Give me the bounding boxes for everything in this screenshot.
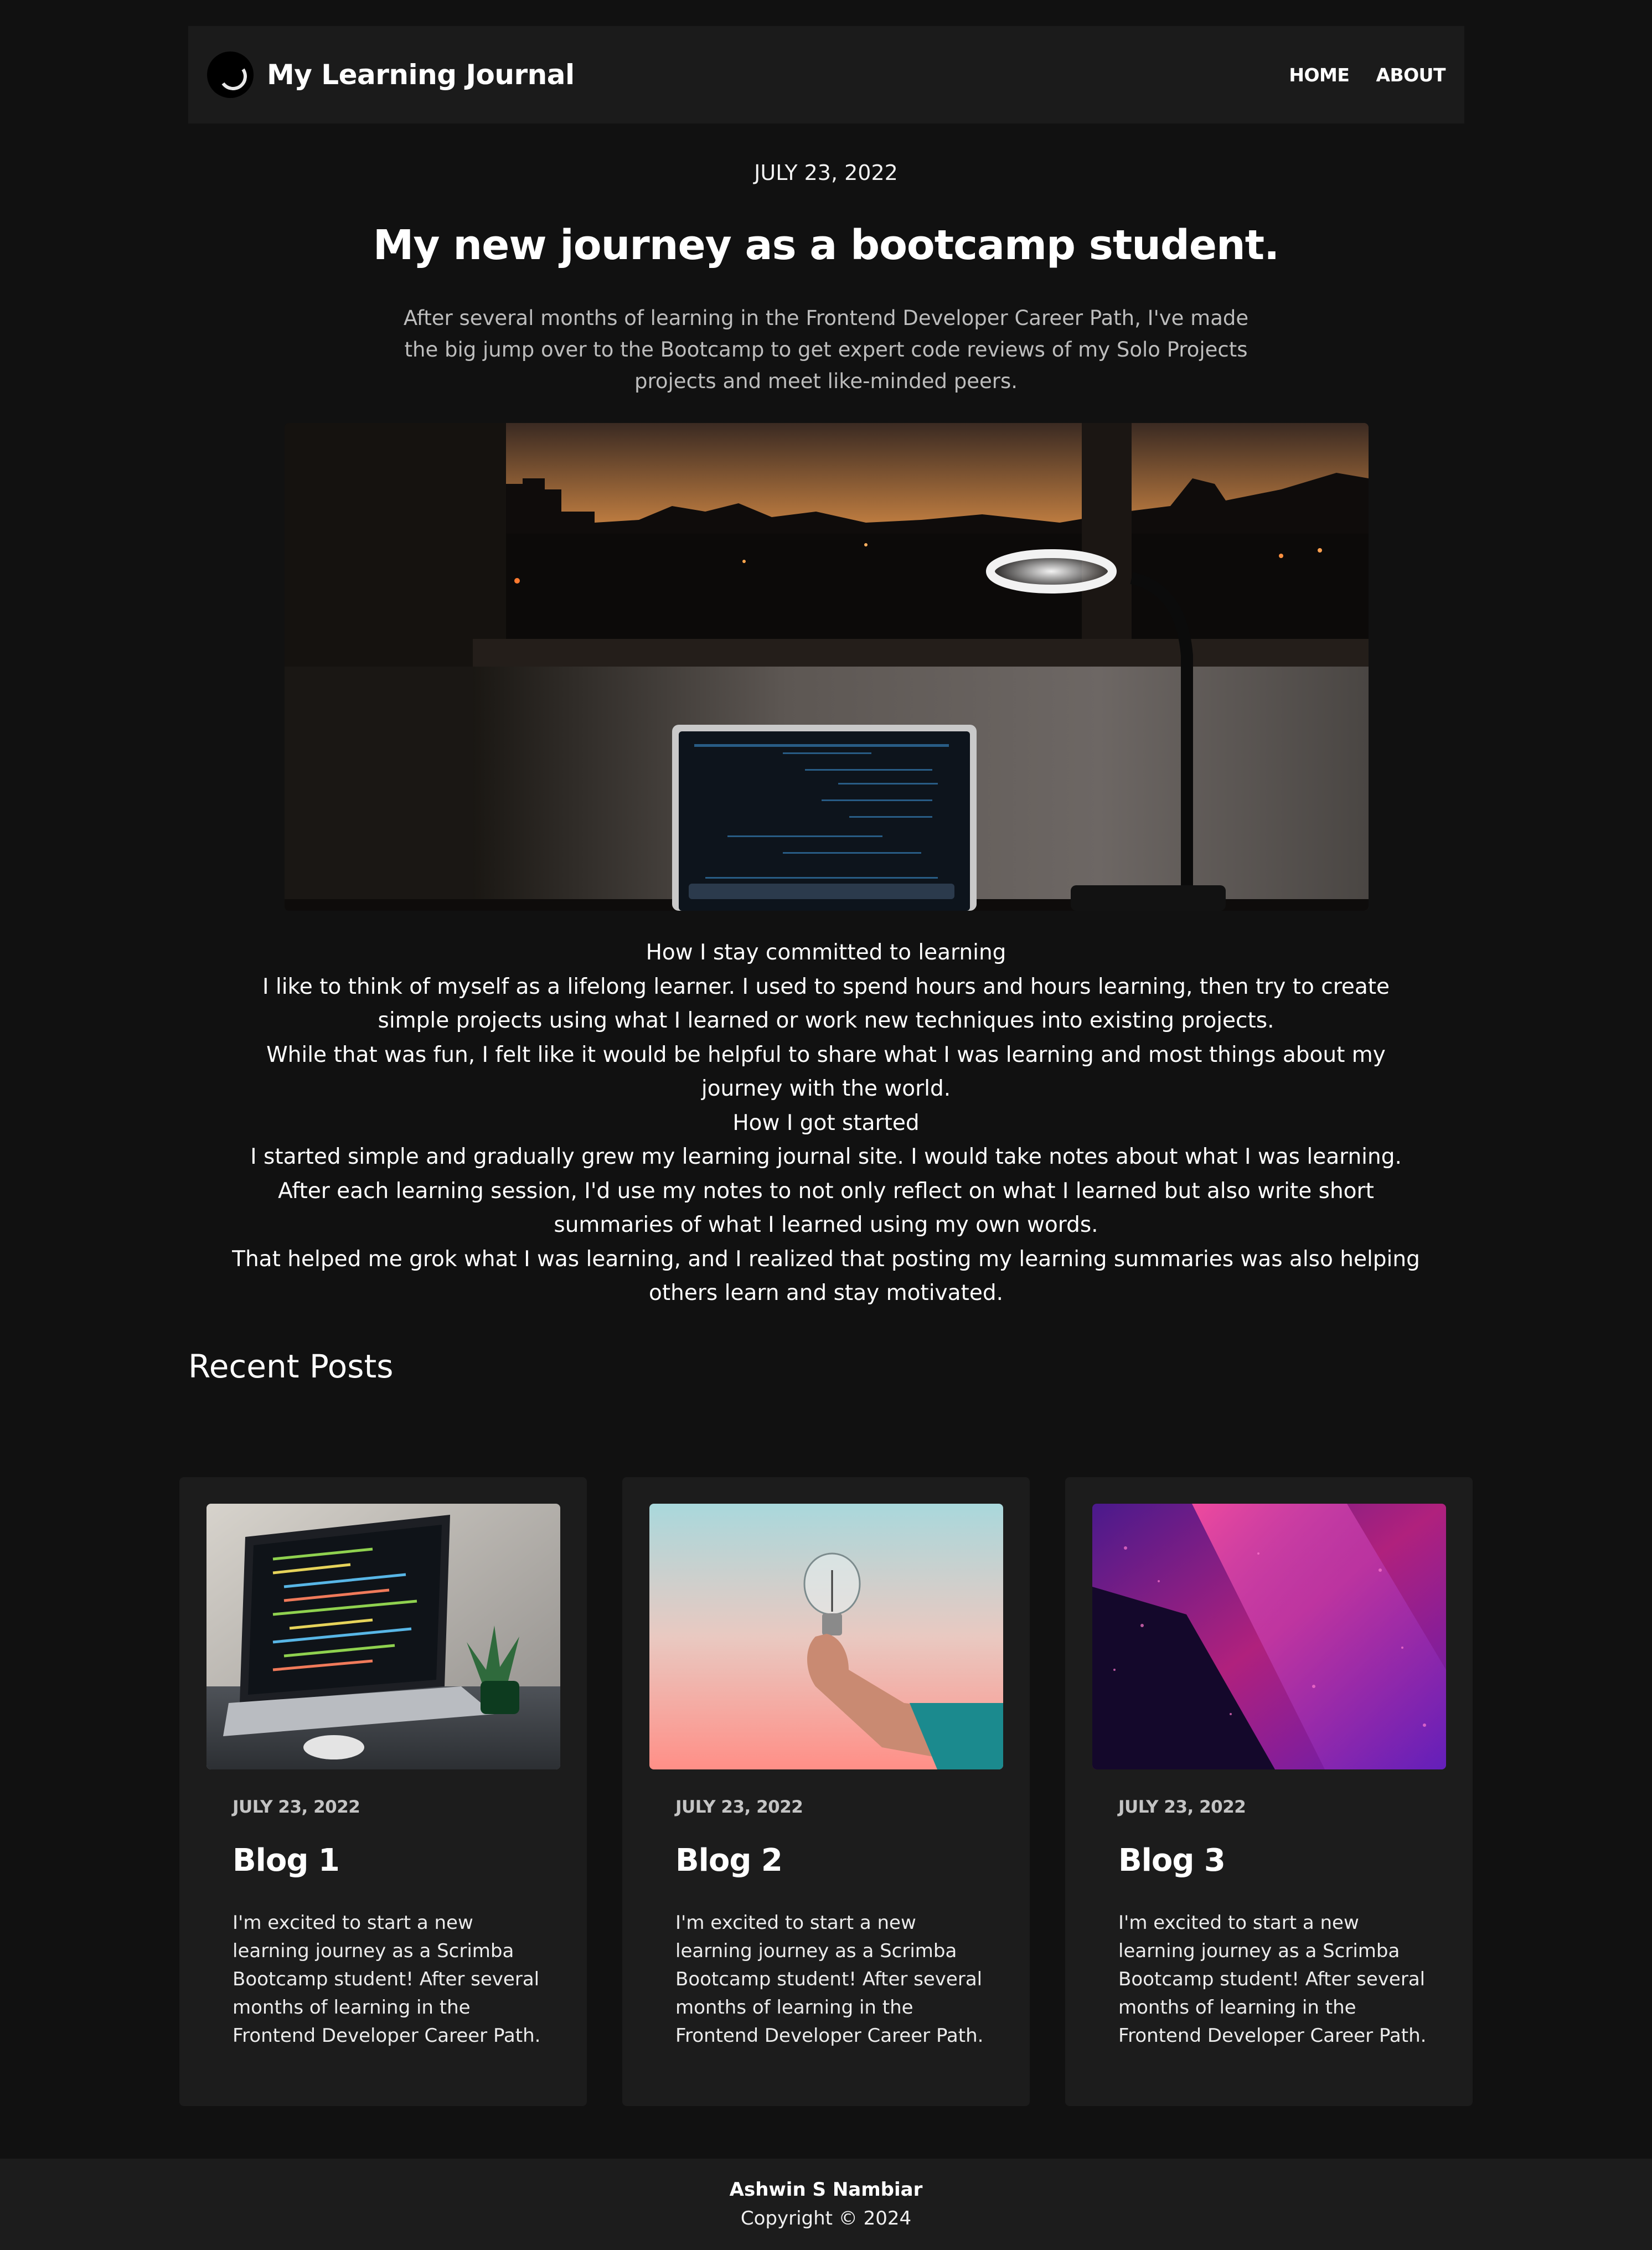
- article-paragraph: I like to think of myself as a lifelong …: [262, 974, 1390, 1034]
- nav-about-link[interactable]: ABOUT: [1376, 64, 1446, 86]
- main-nav: HOME ABOUT: [1289, 64, 1446, 86]
- footer-author: Ashwin S Nambiar: [729, 2179, 923, 2201]
- section-heading-committed: How I stay committed to learning: [646, 940, 1006, 965]
- blog-card-date: JULY 23, 2022: [675, 1797, 803, 1817]
- blog-card-image-lightbulb[interactable]: [649, 1504, 1003, 1769]
- blog-card-image-purple-abstract[interactable]: [1092, 1504, 1446, 1769]
- section-heading-started: How I got started: [732, 1110, 920, 1136]
- blog-card-excerpt: I'm excited to start a new learning jour…: [1118, 1912, 1427, 2047]
- blog-card-excerpt: I'm excited to start a new learning jour…: [675, 1912, 984, 2047]
- recent-posts-heading: Recent Posts: [188, 1348, 394, 1385]
- nav-home-link[interactable]: HOME: [1289, 64, 1350, 86]
- journal-logo-icon[interactable]: [207, 51, 254, 98]
- blog-card-title[interactable]: Blog 3: [1118, 1843, 1226, 1879]
- recent-posts-grid: JULY 23, 2022 Blog 1 I'm excited to star…: [179, 1477, 1473, 2106]
- blog-card-image-laptop-code[interactable]: [206, 1504, 560, 1769]
- post-body: How I stay committed to learning I like …: [227, 936, 1425, 1310]
- blog-card-3[interactable]: JULY 23, 2022 Blog 3 I'm excited to star…: [1065, 1477, 1473, 2106]
- article-paragraph: That helped me grok what I was learning,…: [232, 1246, 1420, 1306]
- post-date: JULY 23, 2022: [754, 161, 898, 185]
- blog-card-date: JULY 23, 2022: [233, 1797, 360, 1817]
- site-footer: Ashwin S Nambiar Copyright © 2024: [0, 2159, 1652, 2250]
- blog-card-date: JULY 23, 2022: [1118, 1797, 1246, 1817]
- post-title: My new journey as a bootcamp student.: [373, 221, 1279, 269]
- blog-card-title[interactable]: Blog 2: [675, 1843, 783, 1879]
- article-paragraph: I started simple and gradually grew my l…: [250, 1144, 1402, 1237]
- hero-image-laptop-desk-sunset: [285, 423, 1369, 911]
- site-header: My Learning Journal HOME ABOUT: [188, 26, 1464, 123]
- blog-card-2[interactable]: JULY 23, 2022 Blog 2 I'm excited to star…: [622, 1477, 1030, 2106]
- footer-copyright: Copyright © 2024: [740, 2207, 912, 2230]
- post-intro: After several months of learning in the …: [403, 306, 1249, 393]
- blog-card-excerpt: I'm excited to start a new learning jour…: [233, 1912, 541, 2047]
- blog-card-1[interactable]: JULY 23, 2022 Blog 1 I'm excited to star…: [179, 1477, 587, 2106]
- site-title[interactable]: My Learning Journal: [267, 59, 575, 91]
- blog-card-title[interactable]: Blog 1: [233, 1843, 340, 1879]
- article-paragraph: While that was fun, I felt like it would…: [266, 1042, 1386, 1102]
